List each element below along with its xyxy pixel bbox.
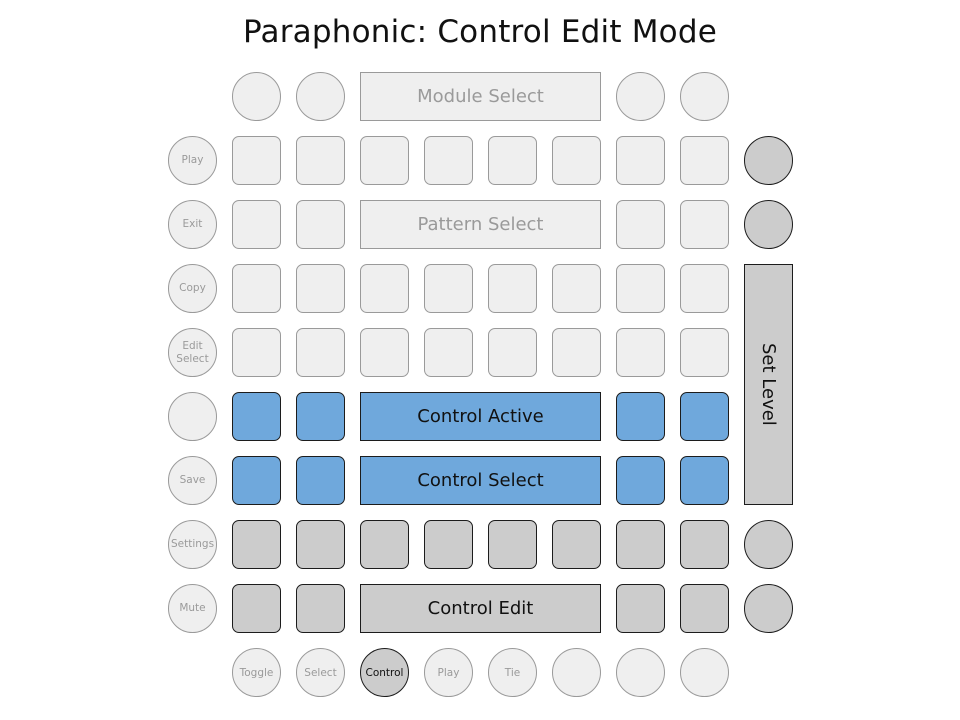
control-edit-pad-2[interactable] — [296, 584, 345, 633]
pad-r3-c6[interactable] — [552, 264, 601, 313]
bottom-button-6[interactable] — [552, 648, 601, 697]
pad-r1-c8[interactable] — [680, 136, 729, 185]
top-encoder-3[interactable] — [616, 72, 665, 121]
pad-r4-c7[interactable] — [616, 328, 665, 377]
control-select-pad-1[interactable] — [232, 456, 281, 505]
pad-r3-c8[interactable] — [680, 264, 729, 313]
control-active-pad-1[interactable] — [232, 392, 281, 441]
side-button-copy[interactable]: Copy — [168, 264, 217, 313]
right-button-3[interactable] — [744, 520, 793, 569]
side-button-save[interactable]: Save — [168, 456, 217, 505]
pad-r3-c3[interactable] — [360, 264, 409, 313]
pad-r1-c2[interactable] — [296, 136, 345, 185]
pad-r2-c7[interactable] — [616, 200, 665, 249]
control-active-pad-7[interactable] — [616, 392, 665, 441]
set-level-bar[interactable]: Set Level — [744, 264, 793, 505]
bottom-button-tie[interactable]: Tie — [488, 648, 537, 697]
control-active-bar[interactable]: Control Active — [360, 392, 601, 441]
bottom-button-play[interactable]: Play — [424, 648, 473, 697]
pad-r2-c1[interactable] — [232, 200, 281, 249]
side-button-edit-select[interactable]: Edit Select — [168, 328, 217, 377]
pad-r3-c5[interactable] — [488, 264, 537, 313]
pad-r7-c5[interactable] — [488, 520, 537, 569]
pattern-select-bar[interactable]: Pattern Select — [360, 200, 601, 249]
pad-r7-c1[interactable] — [232, 520, 281, 569]
right-button-4[interactable] — [744, 584, 793, 633]
pad-r3-c7[interactable] — [616, 264, 665, 313]
control-edit-bar[interactable]: Control Edit — [360, 584, 601, 633]
pad-r1-c3[interactable] — [360, 136, 409, 185]
pad-r2-c2[interactable] — [296, 200, 345, 249]
pad-r7-c4[interactable] — [424, 520, 473, 569]
pad-r4-c2[interactable] — [296, 328, 345, 377]
pad-r7-c7[interactable] — [616, 520, 665, 569]
control-select-bar[interactable]: Control Select — [360, 456, 601, 505]
side-button-settings[interactable]: Settings — [168, 520, 217, 569]
pad-r7-c3[interactable] — [360, 520, 409, 569]
set-level-label: Set Level — [758, 343, 779, 426]
bottom-button-toggle[interactable]: Toggle — [232, 648, 281, 697]
control-select-pad-8[interactable] — [680, 456, 729, 505]
pad-r7-c2[interactable] — [296, 520, 345, 569]
page-title: Paraphonic: Control Edit Mode — [243, 14, 717, 50]
right-button-2[interactable] — [744, 200, 793, 249]
pad-r4-c8[interactable] — [680, 328, 729, 377]
control-edit-pad-7[interactable] — [616, 584, 665, 633]
bottom-button-control[interactable]: Control — [360, 648, 409, 697]
control-select-pad-2[interactable] — [296, 456, 345, 505]
bottom-button-select[interactable]: Select — [296, 648, 345, 697]
pad-r1-c4[interactable] — [424, 136, 473, 185]
top-encoder-2[interactable] — [296, 72, 345, 121]
pad-r1-c6[interactable] — [552, 136, 601, 185]
bottom-button-7[interactable] — [616, 648, 665, 697]
side-button-mute[interactable]: Mute — [168, 584, 217, 633]
pad-r2-c8[interactable] — [680, 200, 729, 249]
pad-r3-c1[interactable] — [232, 264, 281, 313]
pad-r4-c6[interactable] — [552, 328, 601, 377]
pad-r4-c1[interactable] — [232, 328, 281, 377]
pad-r1-c7[interactable] — [616, 136, 665, 185]
control-active-pad-8[interactable] — [680, 392, 729, 441]
pad-r4-c4[interactable] — [424, 328, 473, 377]
side-button-exit[interactable]: Exit — [168, 200, 217, 249]
pad-r3-c2[interactable] — [296, 264, 345, 313]
pad-r7-c6[interactable] — [552, 520, 601, 569]
pad-r1-c1[interactable] — [232, 136, 281, 185]
top-encoder-1[interactable] — [232, 72, 281, 121]
side-button-play[interactable]: Play — [168, 136, 217, 185]
pad-r7-c8[interactable] — [680, 520, 729, 569]
pad-r4-c3[interactable] — [360, 328, 409, 377]
side-button-blank[interactable] — [168, 392, 217, 441]
control-edit-pad-8[interactable] — [680, 584, 729, 633]
right-button-1[interactable] — [744, 136, 793, 185]
pad-r4-c5[interactable] — [488, 328, 537, 377]
module-select-bar[interactable]: Module Select — [360, 72, 601, 121]
paraphonic-control-edit-panel: Paraphonic: Control Edit Mode Module Sel… — [0, 0, 960, 720]
pad-r3-c4[interactable] — [424, 264, 473, 313]
control-active-pad-2[interactable] — [296, 392, 345, 441]
control-edit-pad-1[interactable] — [232, 584, 281, 633]
pad-r1-c5[interactable] — [488, 136, 537, 185]
control-select-pad-7[interactable] — [616, 456, 665, 505]
bottom-button-8[interactable] — [680, 648, 729, 697]
top-encoder-4[interactable] — [680, 72, 729, 121]
